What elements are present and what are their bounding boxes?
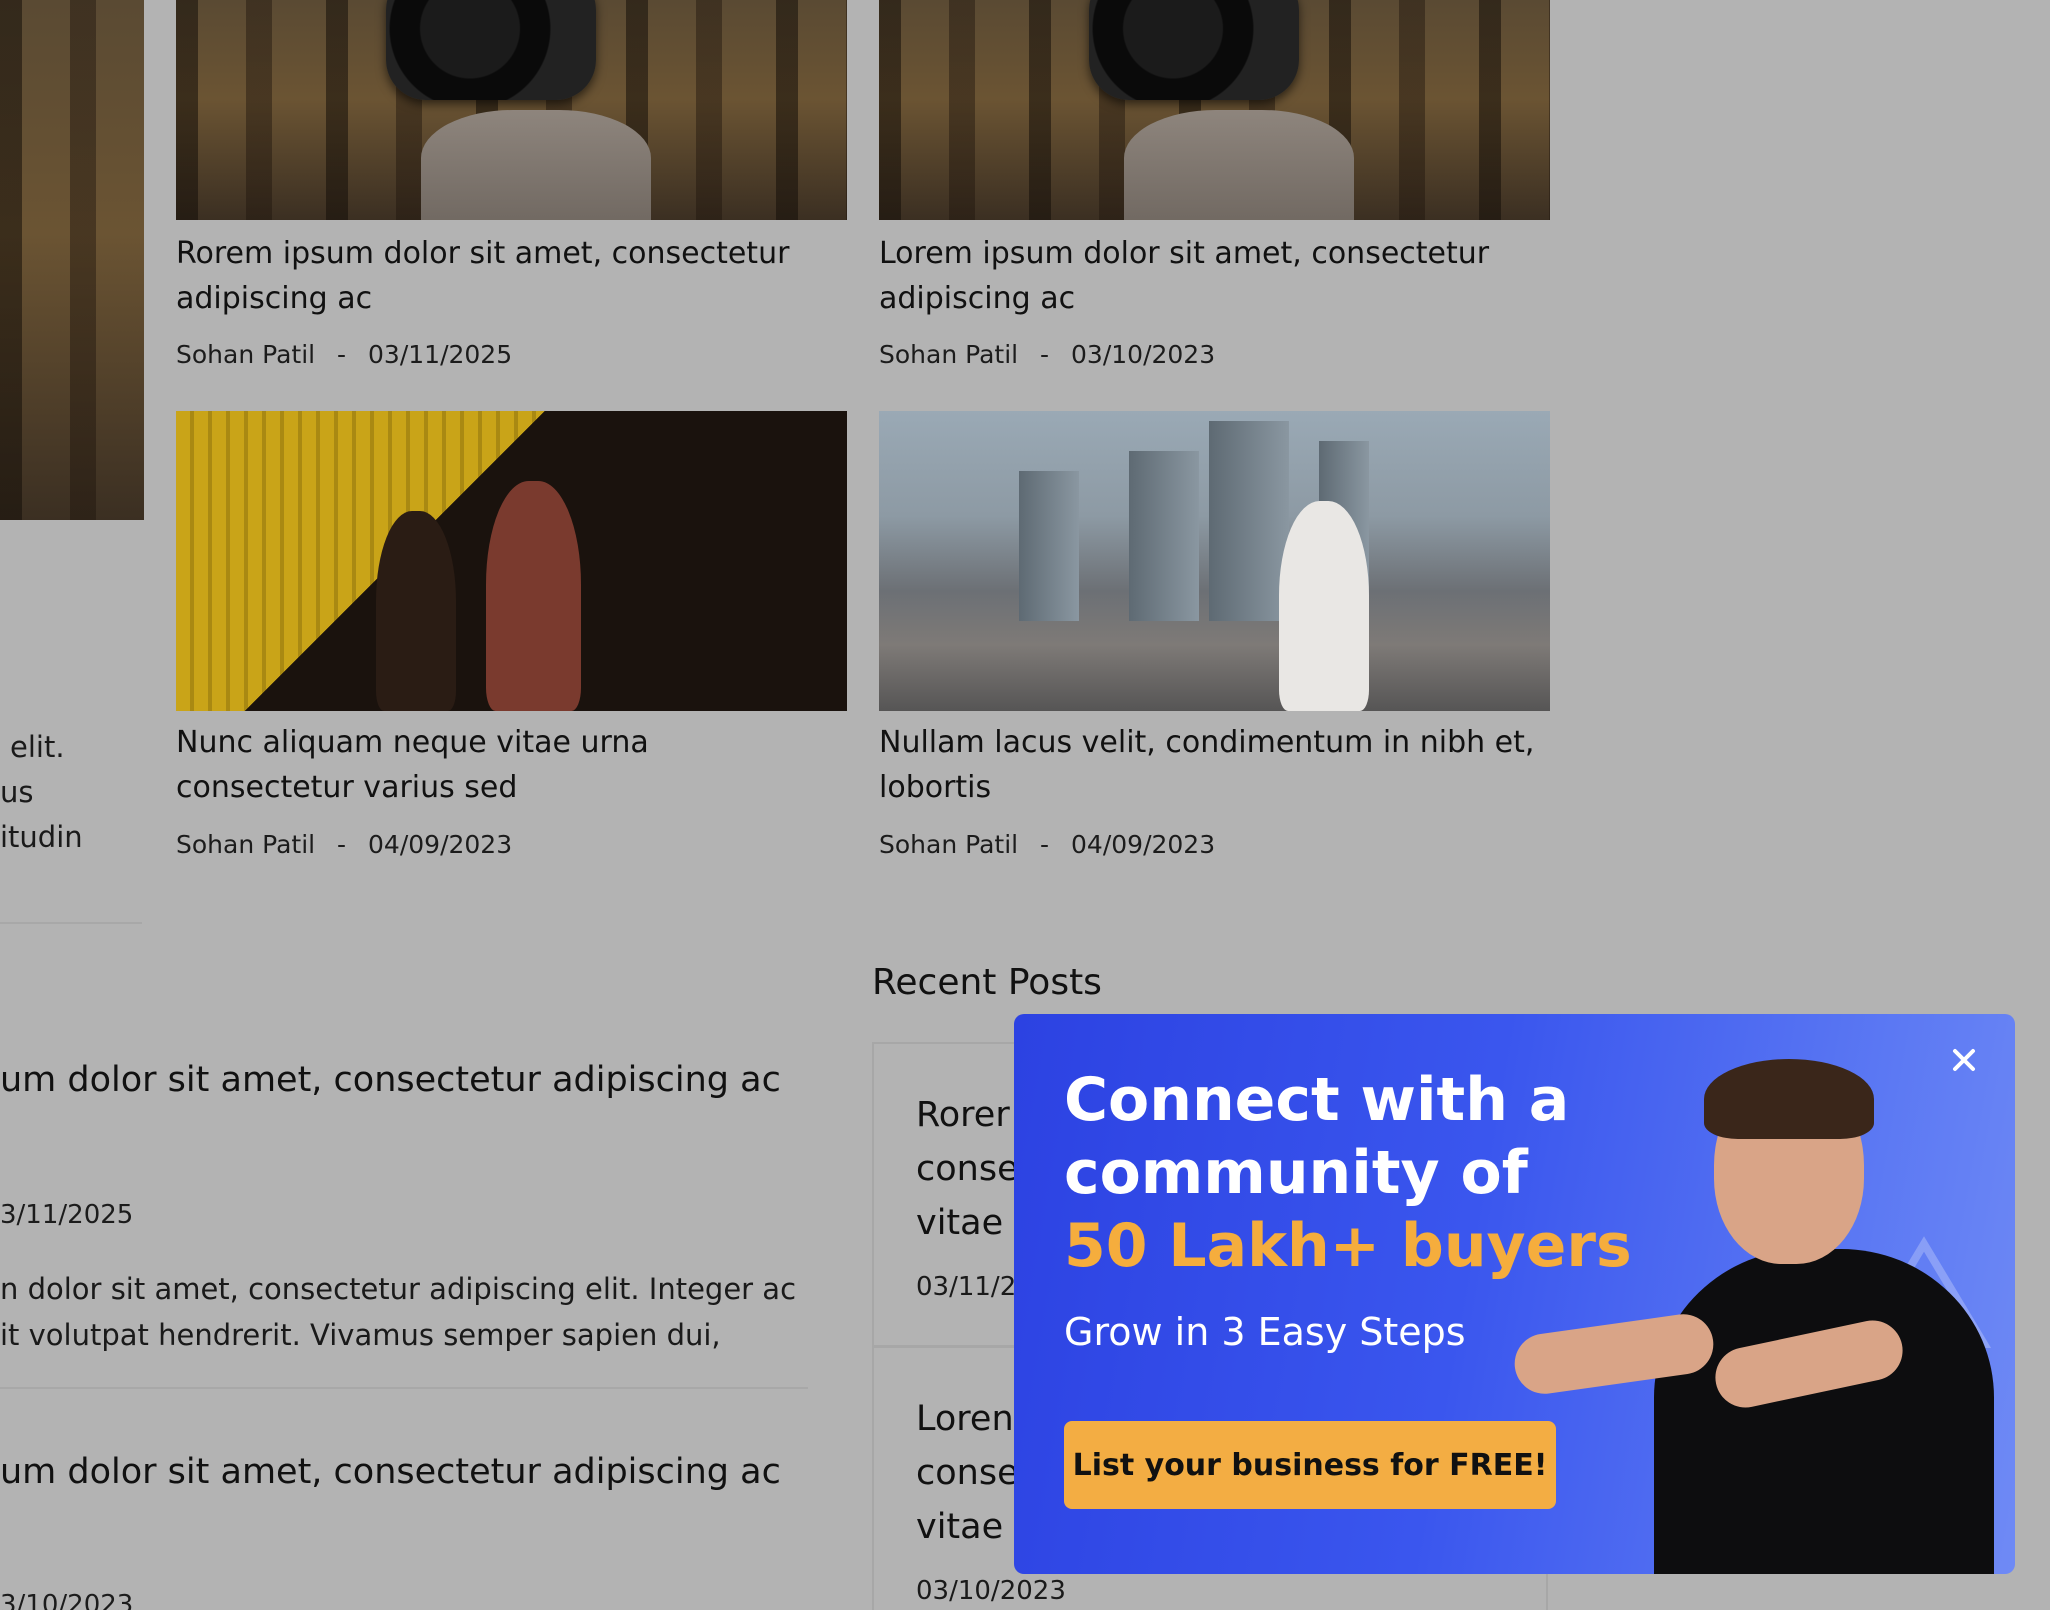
building-shape [1019,471,1079,621]
post-image-4[interactable] [879,411,1550,711]
popup-headline-line-2: community of [1064,1138,1528,1208]
post-author: Sohan Patil [879,340,1019,369]
meta-separator: - [337,340,347,369]
popup-subtitle: Grow in 3 Easy Steps [1064,1310,1466,1354]
post-meta-4: Sohan Patil - 04/09/2023 [879,830,1215,859]
man-body-shape [1654,1249,1994,1574]
list-post-title-2[interactable]: um dolor sit amet, consectetur adipiscin… [0,1452,781,1492]
post-title-line: consectetur varius sed [176,770,518,805]
post-date: 04/09/2023 [368,830,513,859]
recent-title-line: Rorer [916,1095,1010,1135]
post-meta-1: Sohan Patil - 03/11/2025 [176,340,512,369]
person-shape [1279,501,1369,711]
person-shape [376,511,456,711]
camera-shape [386,0,596,100]
post-date: 04/09/2023 [1071,830,1216,859]
post-meta-2: Sohan Patil - 03/10/2023 [879,340,1215,369]
meta-separator: - [1040,830,1050,859]
post-date: 03/10/2023 [1071,340,1216,369]
left-excerpt-line: itudin [0,820,83,854]
post-image-2[interactable] [879,0,1550,220]
excerpt-line: it volutpat hendrerit. Vivamus semper sa… [0,1318,721,1352]
building-shape [1129,451,1199,621]
person-shape [486,481,581,711]
meta-separator: - [337,830,347,859]
post-title-line: Nunc aliquam neque vitae urna [176,725,649,760]
list-post-title-1[interactable]: um dolor sit amet, consectetur adipiscin… [0,1060,781,1100]
list-divider [0,1387,808,1389]
left-excerpt-line: elit. [10,730,65,764]
building-shape [1209,421,1289,621]
list-business-button[interactable]: List your business for FREE! [1064,1421,1556,1509]
post-title-line: Rorem ipsum dolor sit amet, consectetur [176,236,790,271]
post-title-line: adipiscing ac [176,281,373,316]
post-title-4[interactable]: Nullam lacus velit, condimentum in nibh … [879,720,1534,810]
camera-shape [1089,0,1299,100]
post-title-line: Lorem ipsum dolor sit amet, consectetur [879,236,1490,271]
post-title-2[interactable]: Lorem ipsum dolor sit amet, consectetur … [879,231,1489,321]
post-meta-3: Sohan Patil - 04/09/2023 [176,830,512,859]
hand-shape [1124,110,1354,220]
popup-close-button[interactable] [1944,1040,1984,1080]
recent-date: 03/10/2023 [916,1576,1066,1606]
list-post-excerpt-1: n dolor sit amet, consectetur adipiscing… [0,1266,796,1358]
post-title-1[interactable]: Rorem ipsum dolor sit amet, consectetur … [176,231,789,321]
post-author: Sohan Patil [176,830,316,859]
popup-headline-accent: 50 Lakh+ buyers [1064,1211,1632,1281]
post-image-3[interactable] [176,411,847,711]
recent-title-line: Loren [916,1399,1014,1439]
post-title-3[interactable]: Nunc aliquam neque vitae urna consectetu… [176,720,649,810]
post-title-line: Nullam lacus velit, condimentum in nibh … [879,725,1535,760]
hand-shape [421,110,651,220]
meta-separator: - [1040,340,1050,369]
promo-popup: Connect with a community of 50 Lakh+ buy… [1014,1014,2015,1574]
post-title-line: adipiscing ac [879,281,1076,316]
list-post-date-1: 3/11/2025 [0,1200,134,1230]
left-divider [0,922,142,924]
post-author: Sohan Patil [176,340,316,369]
man-hair-shape [1704,1059,1874,1139]
recent-title-line: conse [916,1453,1019,1493]
left-excerpt-line: us [0,775,34,809]
recent-title-line: conse [916,1149,1019,1189]
excerpt-line: n dolor sit amet, consectetur adipiscing… [0,1272,797,1306]
post-image-1[interactable] [176,0,847,220]
list-post-date-2: 3/10/2023 [0,1590,134,1610]
post-date: 03/11/2025 [368,340,513,369]
post-author: Sohan Patil [879,830,1019,859]
recent-posts-heading: Recent Posts [872,962,1102,1003]
close-icon [1953,1049,1975,1071]
popup-headline-line-1: Connect with a [1064,1065,1570,1135]
post-title-line: lobortis [879,770,992,805]
left-post-image[interactable] [0,0,144,520]
